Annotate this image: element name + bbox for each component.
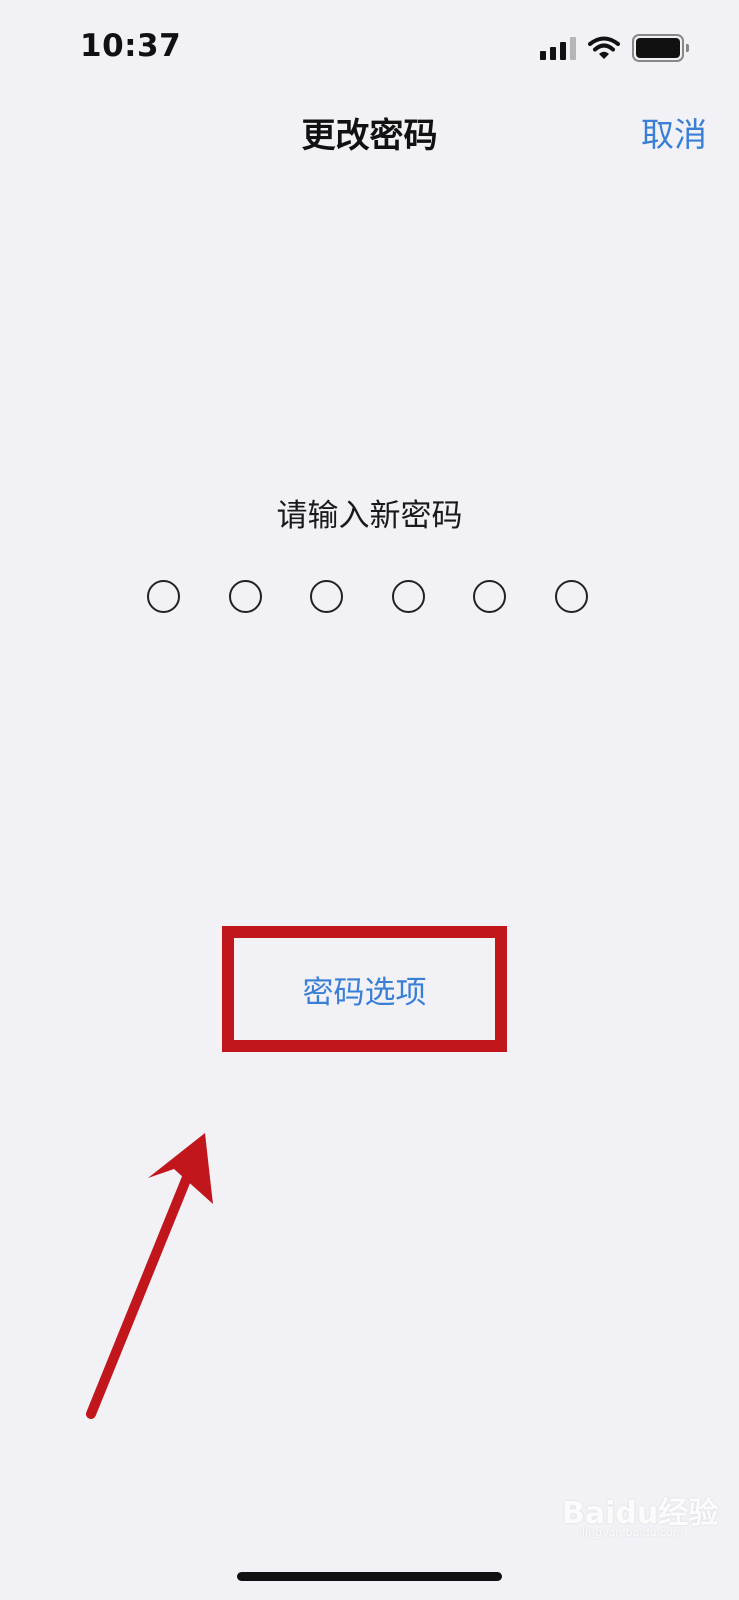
wifi-icon [588,36,620,59]
passcode-dot [228,580,262,613]
annotation-arrow [86,1133,213,1419]
battery-icon [632,34,689,62]
passcode-dot [310,580,343,613]
passcode-dot [147,580,180,613]
passcode-dot [473,580,506,613]
home-indicator[interactable] [237,1572,502,1581]
baidu-watermark-url: jingyan.baidu.com [582,1526,684,1539]
signal-icon [540,36,576,60]
passcode-dot [554,580,588,613]
status-icons [540,34,689,62]
cancel-button[interactable]: 取消 [641,108,707,156]
status-time: 10:37 [80,28,182,64]
passcode-dots [0,580,739,620]
page-title: 更改密码 [301,116,438,156]
passcode-prompt: 请输入新密码 [276,498,463,534]
passcode-options-button[interactable]: 密码选项 [222,926,507,1052]
status-bar: 10:37 [0,0,739,100]
passcode-dot [391,580,425,613]
nav-bar: 更改密码 取消 [0,100,739,160]
